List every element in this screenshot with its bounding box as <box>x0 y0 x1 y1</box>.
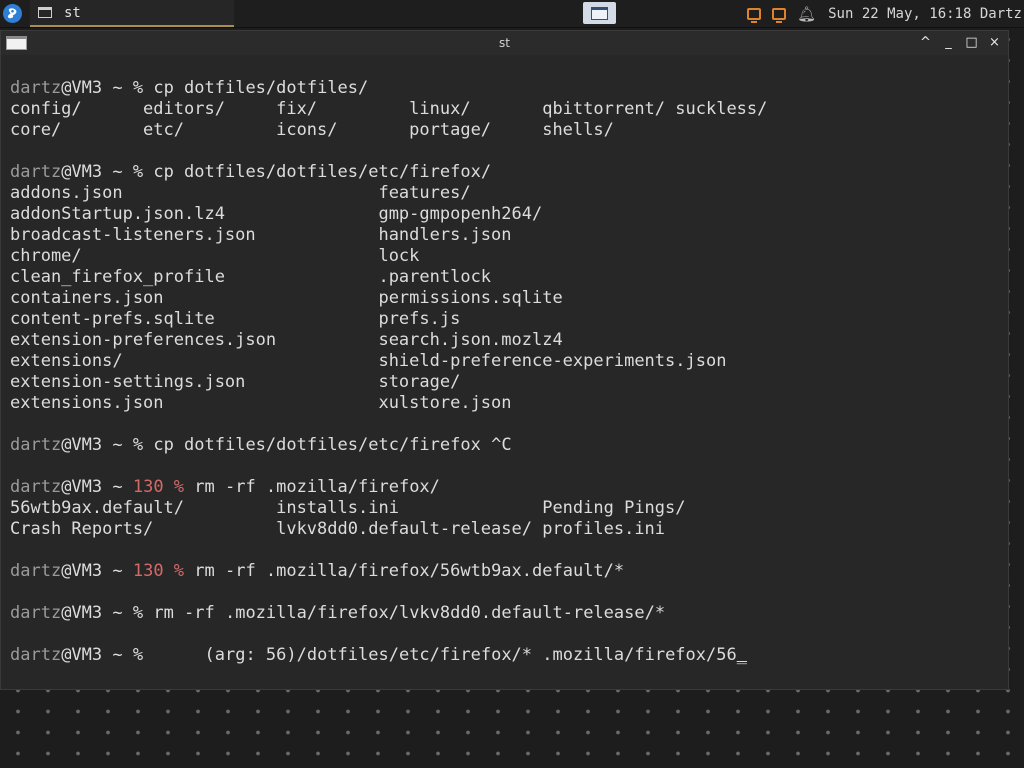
show-desktop-button[interactable] <box>583 2 616 24</box>
tray-chat-icon[interactable] <box>772 7 787 23</box>
prompt-host: @VM3 ~ <box>61 78 133 98</box>
prompt-host: @VM3 ~ <box>61 603 133 623</box>
terminal-output-line: extension-settings.json storage/ <box>10 372 461 392</box>
prompt-user: dartz <box>10 477 62 497</box>
window-icon <box>591 6 608 20</box>
terminal-output[interactable]: dartz@VM3 ~ % cp dotfiles/dotfiles/confi… <box>10 57 767 666</box>
window-titlebar[interactable]: st ^ _ □ × <box>1 31 1008 55</box>
prompt-user: dartz <box>10 561 62 581</box>
terminal-prompt-line: dartz@VM3 ~ % cp dotfiles/dotfiles/etc/f… <box>10 162 767 183</box>
app-launcher-button[interactable] <box>3 4 22 23</box>
prompt-host: @VM3 ~ <box>61 561 133 581</box>
terminal-prompt-line: dartz@VM3 ~ 130 % rm -rf .mozilla/firefo… <box>10 477 767 498</box>
terminal-output-line: addonStartup.json.lz4 gmp-gmpopenh264/ <box>10 204 543 224</box>
prompt-command: cp dotfiles/dotfiles/ <box>153 78 369 98</box>
prompt-host: @VM3 ~ <box>61 477 133 497</box>
terminal-output-line: extension-preferences.json search.json.m… <box>10 330 563 350</box>
notification-bell-icon[interactable]: 🔔︎ <box>797 5 816 23</box>
prompt-user: dartz <box>10 645 62 665</box>
prompt-user: dartz <box>10 162 62 182</box>
window-icon <box>38 7 52 18</box>
prompt-command: rm -rf .mozilla/firefox/lvkv8dd0.default… <box>153 603 666 623</box>
prompt-command: cp dotfiles/dotfiles/etc/firefox ^C <box>153 435 512 455</box>
close-button[interactable]: × <box>987 34 1002 51</box>
terminal-prompt-line: dartz@VM3 ~ 130 % rm -rf .mozilla/firefo… <box>10 561 767 582</box>
prompt-symbol: % <box>132 645 154 665</box>
tray-app-icon[interactable] <box>747 7 762 23</box>
terminal-output-line: clean_firefox_profile .parentlock <box>10 267 492 287</box>
terminal-output-line: core/ etc/ icons/ portage/ shells/ <box>10 120 614 140</box>
terminal-output-line: containers.json permissions.sqlite <box>10 288 563 308</box>
prompt-host: @VM3 ~ <box>61 162 133 182</box>
terminal-output-line: Crash Reports/ lvkv8dd0.default-release/… <box>10 519 666 539</box>
terminal-prompt-line: dartz@VM3 ~ % cp dotfiles/dotfiles/etc/f… <box>10 435 767 456</box>
prompt-symbol: % <box>132 603 154 623</box>
terminal-prompt-line: dartz@VM3 ~ % cp dotfiles/dotfiles/ <box>10 78 767 99</box>
maximize-button[interactable]: □ <box>964 34 979 51</box>
prompt-symbol: % <box>132 435 154 455</box>
terminal-output-line: chrome/ lock <box>10 246 420 266</box>
terminal-prompt-line: dartz@VM3 ~ % (arg: 56)/dotfiles/etc/fir… <box>10 645 767 666</box>
prompt-symbol: % <box>132 78 154 98</box>
prompt-command: (arg: 56)/dotfiles/etc/firefox/* .mozill… <box>153 645 737 665</box>
prompt-command: cp dotfiles/dotfiles/etc/firefox/ <box>153 162 492 182</box>
prompt-symbol: % <box>132 162 154 182</box>
window-controls: ^ _ □ × <box>918 34 1002 51</box>
taskbar-item-label: st <box>64 4 81 21</box>
prompt-exit-status: 130 % <box>132 477 195 497</box>
prompt-exit-status: 130 % <box>132 561 195 581</box>
window-title: st <box>499 36 510 50</box>
prompt-user: dartz <box>10 78 62 98</box>
prompt-host: @VM3 ~ <box>61 435 133 455</box>
gentoo-logo-icon <box>7 8 17 19</box>
prompt-command: rm -rf .mozilla/firefox/56wtb9ax.default… <box>194 561 625 581</box>
taskbar-item-st[interactable]: st <box>30 0 234 27</box>
terminal-output-line: extensions.json xulstore.json <box>10 393 512 413</box>
shade-button[interactable]: ^ <box>918 34 933 51</box>
terminal-output-line: config/ editors/ fix/ linux/ qbittorrent… <box>10 99 768 119</box>
prompt-user: dartz <box>10 603 62 623</box>
prompt-user: dartz <box>10 435 62 455</box>
prompt-command: rm -rf .mozilla/firefox/ <box>194 477 440 497</box>
text-cursor: _ <box>736 645 747 665</box>
terminal-output-line: content-prefs.sqlite prefs.js <box>10 309 461 329</box>
terminal-output-line: extensions/ shield-preference-experiment… <box>10 351 727 371</box>
minimize-button[interactable]: _ <box>941 34 956 51</box>
prompt-host: @VM3 ~ <box>61 645 133 665</box>
terminal-output-line: broadcast-listeners.json handlers.json <box>10 225 512 245</box>
terminal-output-line: addons.json features/ <box>10 183 471 203</box>
top-panel: st 🔔︎ Sun 22 May, 16:18 Dartz <box>0 0 1024 28</box>
clock[interactable]: Sun 22 May, 16:18 Dartz <box>828 6 1022 22</box>
terminal-output-line: 56wtb9ax.default/ installs.ini Pending P… <box>10 498 686 518</box>
system-tray: 🔔︎ Sun 22 May, 16:18 Dartz <box>747 0 1024 27</box>
terminal-prompt-line: dartz@VM3 ~ % rm -rf .mozilla/firefox/lv… <box>10 603 767 624</box>
